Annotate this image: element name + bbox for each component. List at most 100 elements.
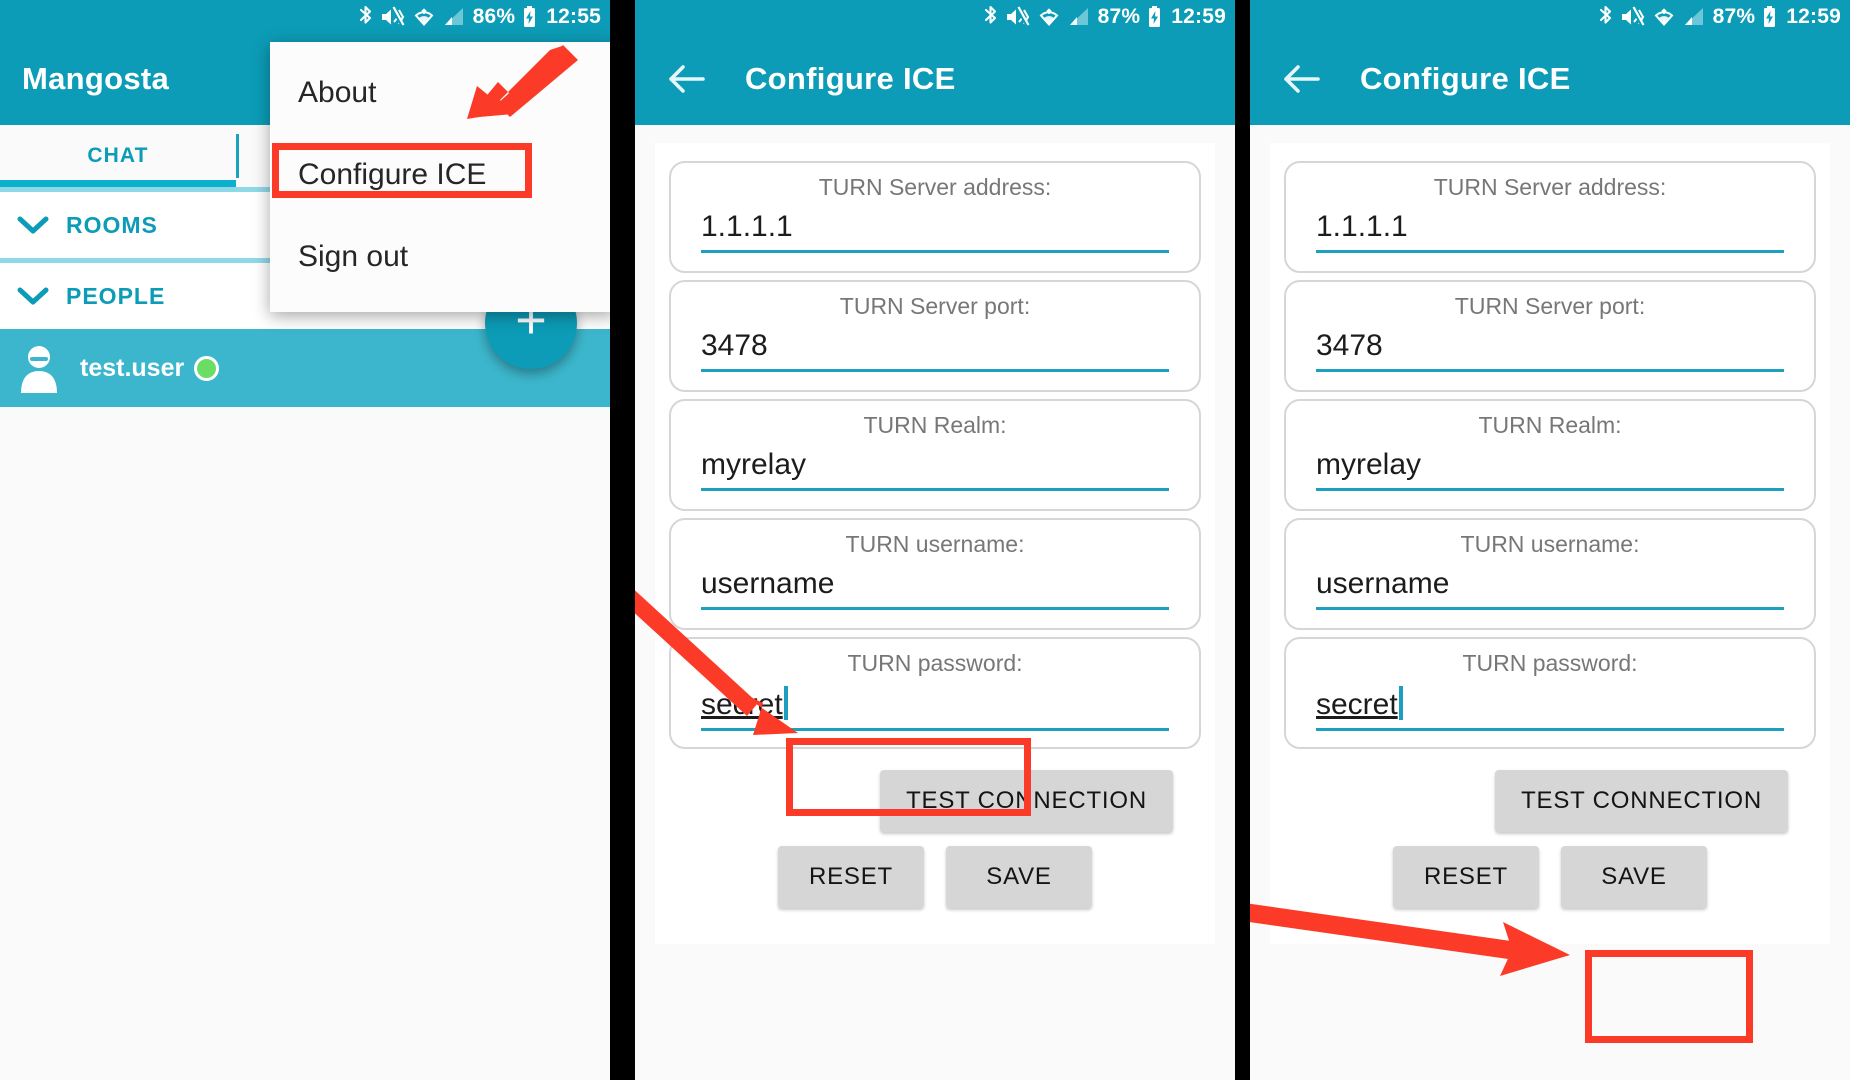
turn-server-port-input[interactable]: 3478 xyxy=(701,329,768,363)
field-input-wrap: secret xyxy=(1316,686,1784,732)
bluetooth-icon xyxy=(982,5,999,29)
field-turn-password[interactable]: TURN password: secret xyxy=(669,637,1201,749)
turn-realm-input[interactable]: myrelay xyxy=(701,448,806,482)
field-turn-server-port[interactable]: TURN Server port: 3478 xyxy=(1284,280,1816,392)
form-card: TURN Server address: 1.1.1.1 TURN Server… xyxy=(1270,143,1830,944)
form-card: TURN Server address: 1.1.1.1 TURN Server… xyxy=(655,143,1215,944)
back-arrow-icon[interactable] xyxy=(663,56,709,102)
section-label-people: PEOPLE xyxy=(66,282,166,309)
cellular-signal-icon xyxy=(442,5,466,29)
field-label: TURN password: xyxy=(1462,650,1638,676)
form-scroll-area: TURN Server address: 1.1.1.1 TURN Server… xyxy=(635,125,1235,944)
field-label: TURN Realm: xyxy=(1478,412,1622,438)
test-connection-button[interactable]: TEST CONNECTION xyxy=(1495,770,1788,832)
field-input-wrap: myrelay xyxy=(701,448,1169,492)
field-input-wrap: myrelay xyxy=(1316,448,1784,492)
panel-configure-ice-test: 87% 12:59 Configure ICE TURN Server addr… xyxy=(635,0,1235,1080)
presence-online-icon xyxy=(194,355,220,381)
reset-button[interactable]: RESET xyxy=(778,846,924,908)
battery-percent-label: 87% xyxy=(1097,4,1141,28)
panel-divider-1 xyxy=(610,0,635,1080)
field-label: TURN username: xyxy=(845,531,1025,557)
status-bar: 86% 12:55 xyxy=(0,0,610,33)
field-turn-server-address[interactable]: TURN Server address: 1.1.1.1 xyxy=(1284,161,1816,273)
field-turn-realm[interactable]: TURN Realm: myrelay xyxy=(1284,399,1816,511)
test-connection-row: TEST CONNECTION xyxy=(669,770,1201,832)
field-turn-server-address[interactable]: TURN Server address: 1.1.1.1 xyxy=(669,161,1201,273)
menu-item-sign-out[interactable]: Sign out xyxy=(270,216,610,298)
field-turn-realm[interactable]: TURN Realm: myrelay xyxy=(669,399,1201,511)
form-actions: TEST CONNECTION RESET SAVE xyxy=(1284,756,1816,944)
field-turn-username[interactable]: TURN username: username xyxy=(1284,518,1816,630)
panel-configure-ice-save: 87% 12:59 Configure ICE TURN Server addr… xyxy=(1250,0,1850,1080)
text-cursor xyxy=(783,686,788,721)
back-arrow-icon[interactable] xyxy=(1278,56,1324,102)
field-label: TURN Server port: xyxy=(1454,293,1646,319)
contact-row-inner: test.user xyxy=(80,353,220,383)
chevron-down-icon xyxy=(16,286,50,306)
reset-save-row: RESET SAVE xyxy=(669,846,1201,908)
turn-server-address-input[interactable]: 1.1.1.1 xyxy=(701,210,793,244)
form-actions: TEST CONNECTION RESET SAVE xyxy=(669,756,1201,944)
vibrate-mute-icon xyxy=(380,5,406,29)
field-turn-username[interactable]: TURN username: username xyxy=(669,518,1201,630)
field-input-wrap: secret xyxy=(701,686,1169,732)
tab-chat-label: CHAT xyxy=(87,144,149,167)
field-label: TURN password: xyxy=(847,650,1023,676)
page-title: Configure ICE xyxy=(745,61,956,96)
page-title: Configure ICE xyxy=(1360,61,1571,96)
field-label: TURN Realm: xyxy=(863,412,1007,438)
page-title: Mangosta xyxy=(22,61,170,96)
tab-separator xyxy=(236,134,239,178)
test-connection-button[interactable]: TEST CONNECTION xyxy=(880,770,1173,832)
field-turn-server-port[interactable]: TURN Server port: 3478 xyxy=(669,280,1201,392)
field-input-wrap: username xyxy=(1316,567,1784,611)
turn-password-input[interactable]: secret xyxy=(1316,688,1398,722)
chevron-down-icon xyxy=(16,215,50,235)
tab-selected-indicator xyxy=(0,180,236,187)
contact-name: test.user xyxy=(80,353,185,382)
cellular-signal-icon xyxy=(1067,5,1091,29)
annotation-box-save xyxy=(1585,950,1753,1043)
form-scroll-area: TURN Server address: 1.1.1.1 TURN Server… xyxy=(1250,125,1850,944)
turn-password-input[interactable]: secret xyxy=(701,688,783,722)
section-label-rooms: ROOMS xyxy=(66,211,158,238)
save-button[interactable]: SAVE xyxy=(1561,846,1707,908)
tab-chat[interactable]: CHAT xyxy=(0,125,236,187)
app-bar: Configure ICE xyxy=(635,33,1235,125)
turn-realm-input[interactable]: myrelay xyxy=(1316,448,1421,482)
wifi-icon xyxy=(1037,5,1061,29)
field-input-wrap: 3478 xyxy=(1316,329,1784,373)
wifi-icon xyxy=(1652,5,1676,29)
overflow-menu[interactable]: About Configure ICE Sign out xyxy=(270,42,610,312)
save-button[interactable]: SAVE xyxy=(946,846,1092,908)
field-label: TURN Server port: xyxy=(839,293,1031,319)
turn-username-input[interactable]: username xyxy=(1316,567,1449,601)
field-label: TURN Server address: xyxy=(818,174,1052,200)
field-label: TURN Server address: xyxy=(1433,174,1667,200)
menu-item-configure-ice[interactable]: Configure ICE xyxy=(270,134,610,216)
battery-charging-icon xyxy=(521,5,538,29)
field-label: TURN username: xyxy=(1460,531,1640,557)
battery-charging-icon xyxy=(1761,5,1778,29)
field-turn-password[interactable]: TURN password: secret xyxy=(1284,637,1816,749)
reset-button[interactable]: RESET xyxy=(1393,846,1539,908)
status-bar: 87% 12:59 xyxy=(1250,0,1850,33)
cellular-signal-icon xyxy=(1682,5,1706,29)
menu-item-configure-ice-label: Configure ICE xyxy=(298,158,487,191)
menu-item-about-label: About xyxy=(298,76,377,109)
screenshot-strip: 86% 12:55 Mangosta CHAT ROOMS PEOPLE tes… xyxy=(0,0,1850,1080)
avatar xyxy=(16,343,62,393)
field-input-wrap: 1.1.1.1 xyxy=(1316,210,1784,254)
text-cursor xyxy=(1398,686,1403,721)
field-input-wrap: username xyxy=(701,567,1169,611)
turn-username-input[interactable]: username xyxy=(701,567,834,601)
battery-charging-icon xyxy=(1146,5,1163,29)
field-input-wrap: 1.1.1.1 xyxy=(701,210,1169,254)
clock-label: 12:59 xyxy=(1171,4,1226,28)
turn-server-port-input[interactable]: 3478 xyxy=(1316,329,1383,363)
bluetooth-icon xyxy=(1597,5,1614,29)
turn-server-address-input[interactable]: 1.1.1.1 xyxy=(1316,210,1408,244)
menu-item-about[interactable]: About xyxy=(270,52,610,134)
test-connection-row: TEST CONNECTION xyxy=(1284,770,1816,832)
